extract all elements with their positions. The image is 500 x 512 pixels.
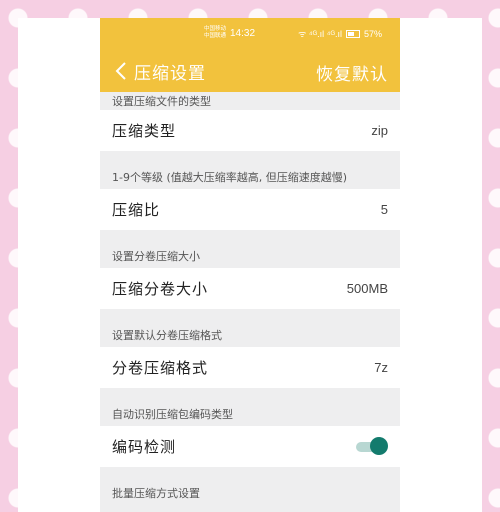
clock: 14:32: [230, 28, 256, 39]
page-title: 压缩设置: [134, 63, 206, 84]
setting-value: 5: [380, 202, 388, 217]
carrier-1: 中国移动: [204, 26, 227, 32]
signal-icon: ᯤ ⁴ᴳ.ıl ⁴ᴳ.ıl: [298, 29, 342, 39]
setting-volume-format[interactable]: 分卷压缩格式 7z: [100, 347, 400, 388]
setting-compress-ratio[interactable]: 压缩比 5: [100, 189, 400, 230]
phone-screen: 中国移动 中国联通 14:32 ᯤ ⁴ᴳ.ıl ⁴ᴳ.ıl 57% 压缩设置 恢…: [100, 18, 400, 512]
carrier-2: 中国联通: [204, 33, 227, 39]
section-header-volume-format: 设置默认分卷压缩格式: [100, 309, 400, 347]
section-header-encoding: 自动识别压缩包编码类型: [100, 388, 400, 426]
setting-label: 编码检测: [112, 438, 177, 456]
restore-defaults-button[interactable]: 恢复默认: [316, 60, 388, 85]
setting-volume-size[interactable]: 压缩分卷大小 500MB: [100, 268, 400, 309]
title-bar: 压缩设置 恢复默认: [100, 50, 400, 92]
encoding-detect-toggle[interactable]: [356, 436, 388, 457]
section-header-volume-size: 设置分卷压缩大小: [100, 230, 400, 268]
setting-value: 7z: [374, 360, 388, 375]
setting-value: 500MB: [346, 281, 388, 296]
toggle-thumb: [370, 436, 388, 455]
setting-label: 压缩类型: [112, 122, 177, 140]
battery-percent: 57%: [363, 28, 382, 39]
section-header-compress-ratio: 1-9个等级 (值越大压缩率越高, 但压缩速度越慢): [100, 151, 400, 189]
status-bar: 中国移动 中国联通 14:32 ᯤ ⁴ᴳ.ıl ⁴ᴳ.ıl 57%: [100, 18, 400, 50]
setting-label: 分卷压缩格式: [112, 359, 209, 377]
setting-label: 压缩分卷大小: [112, 280, 209, 298]
section-header-compress-type: 设置压缩文件的类型: [100, 92, 400, 110]
setting-value: zip: [371, 123, 388, 138]
carrier-info: 中国移动 中国联通: [204, 26, 226, 40]
section-header-batch: 批量压缩方式设置: [100, 467, 400, 505]
battery-icon: [345, 29, 360, 38]
setting-compress-type[interactable]: 压缩类型 zip: [100, 110, 400, 151]
status-icons: ᯤ ⁴ᴳ.ıl ⁴ᴳ.ıl 57%: [298, 27, 382, 40]
setting-label: 压缩比: [112, 201, 161, 219]
back-icon[interactable]: [108, 50, 134, 92]
setting-encoding-detect: 编码检测: [100, 426, 400, 467]
